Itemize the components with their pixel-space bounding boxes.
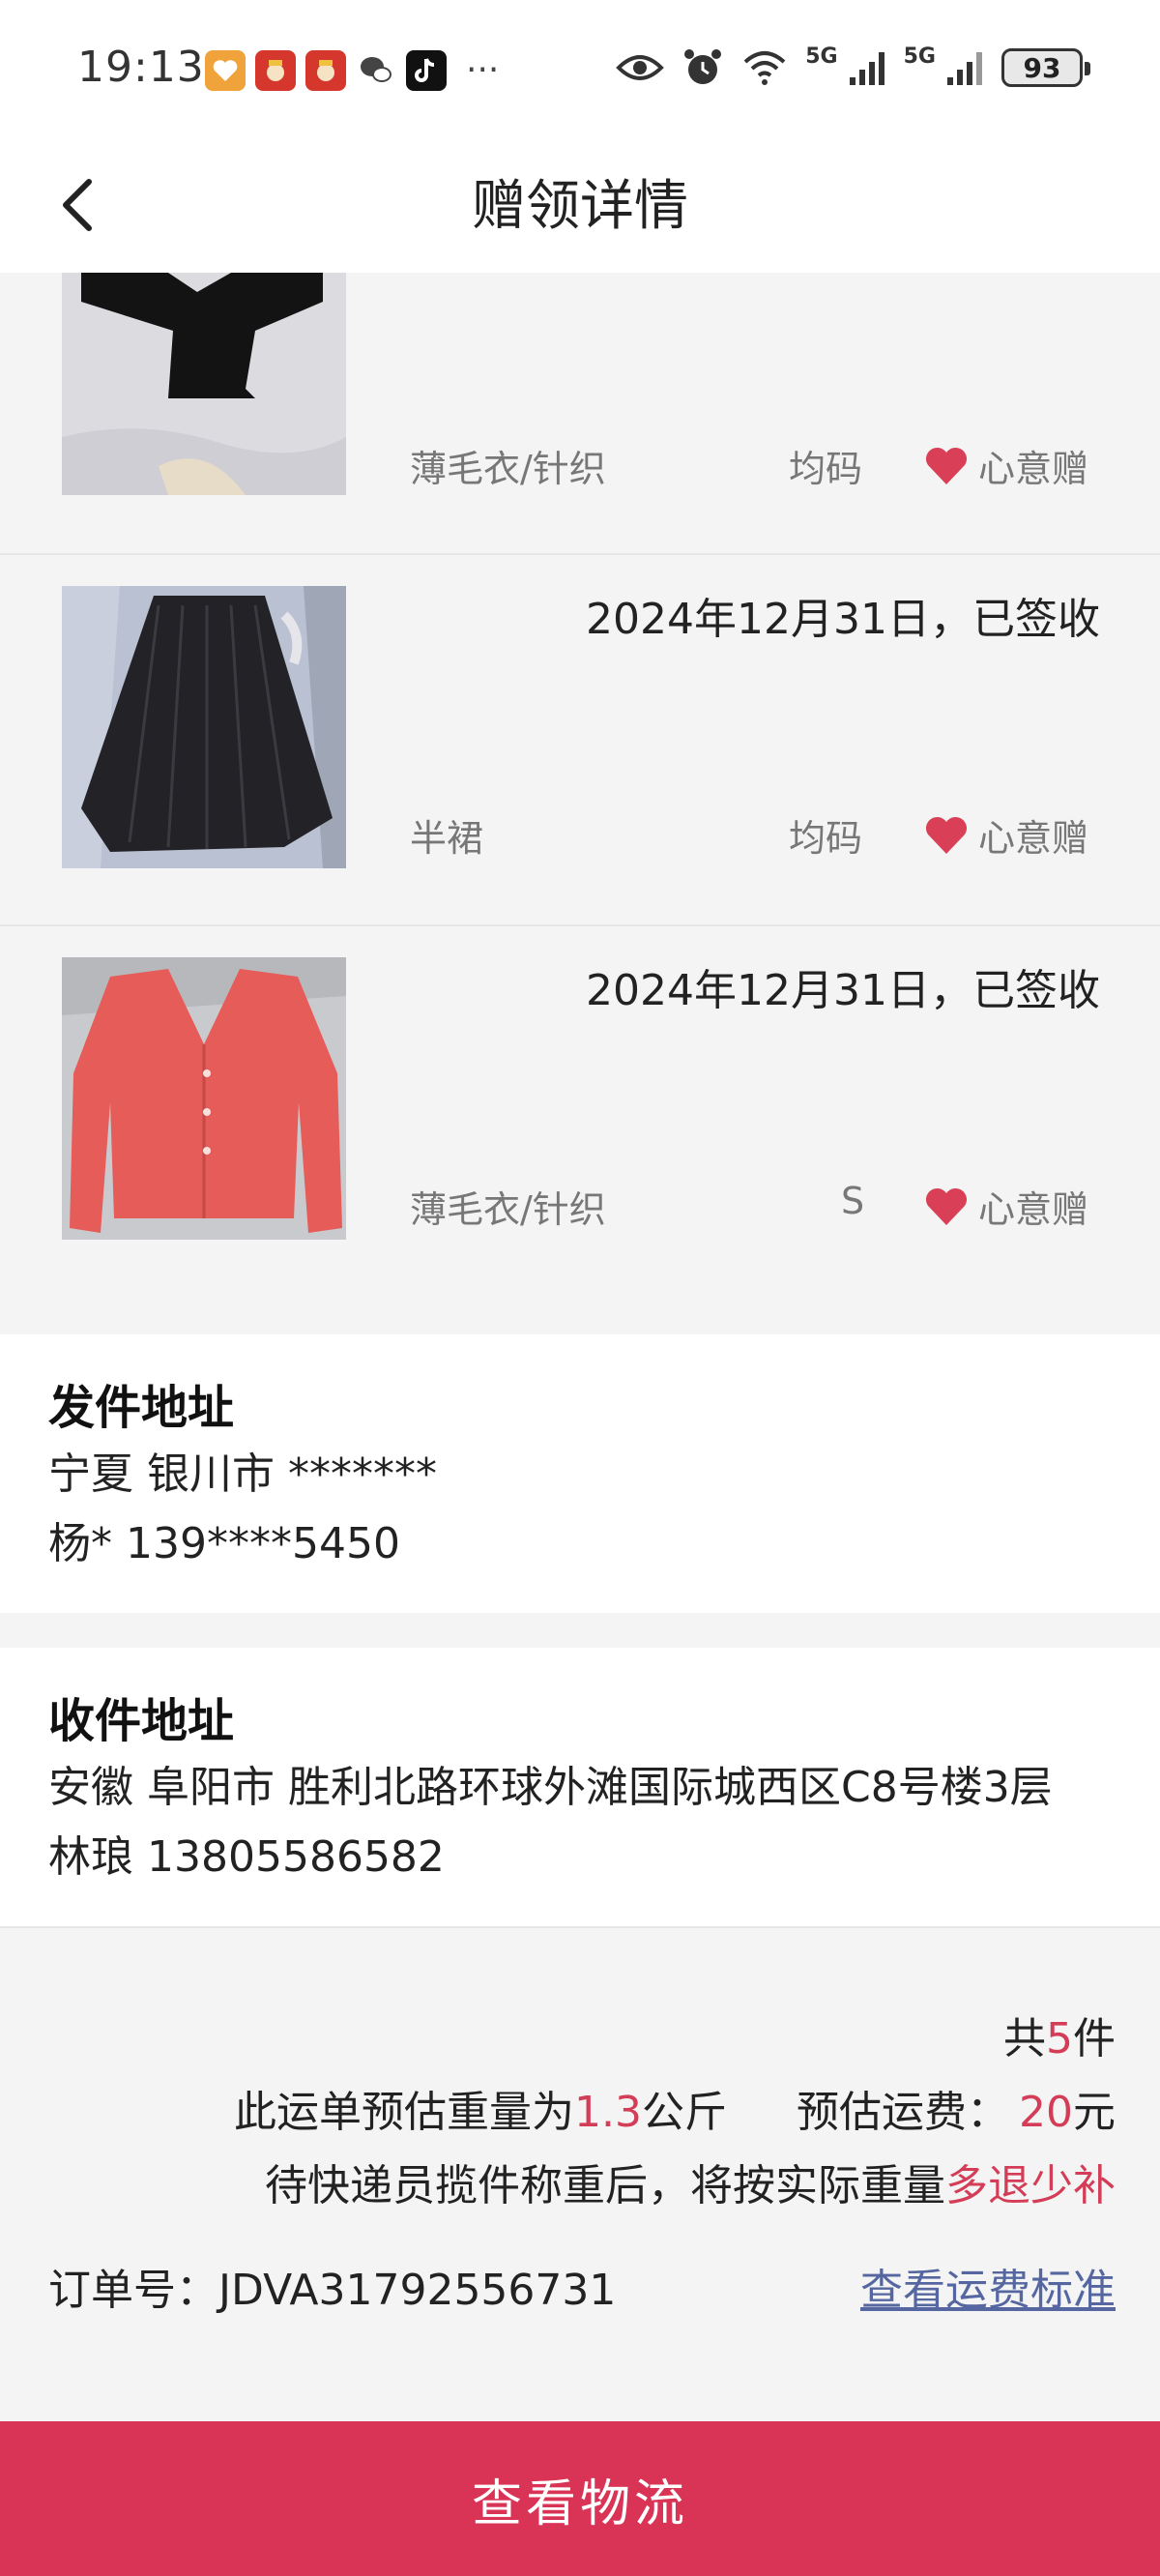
receiver-address-title: 收件地址 — [48, 1694, 235, 1748]
gift-type-label: 心意赠 — [978, 448, 1089, 490]
wifi-icon — [743, 51, 786, 85]
signal-icon — [849, 52, 884, 85]
gift-type: 心意赠 — [924, 808, 1088, 862]
notification-icons: ··· — [205, 50, 499, 91]
order-number: 订单号：JDVA31792556731 — [48, 2266, 617, 2315]
fee-unit: 元 — [1073, 2088, 1116, 2137]
item-size: S — [841, 1180, 865, 1222]
heart-icon — [925, 1187, 968, 1225]
weight-unit: 公斤 — [642, 2088, 727, 2137]
sign-date: 2024年12月31日，已签收 — [586, 966, 1100, 1015]
fee-prefix: 预估运费： — [797, 2088, 1009, 2137]
count-prefix: 共 — [1003, 2014, 1046, 2064]
estimate-row: 此运单预估重量为1.3公斤 预估运费： 20元 — [234, 2077, 1116, 2139]
shipment-summary: 共5件 此运单预估重量为1.3公斤 预估运费： 20元 待快递员揽件称重后，将按实… — [0, 1930, 1160, 2421]
item-size: 均码 — [789, 817, 863, 860]
black-sweater-photo — [62, 273, 346, 495]
sign-date: 2024年12月31日，已签收 — [586, 595, 1100, 644]
count-suffix: 件 — [1073, 2014, 1116, 2064]
status-time: 19:13 — [77, 43, 205, 92]
gift-item[interactable]: 2024年12月31日，已签收 薄毛衣/针织 S 心意赠 — [0, 926, 1160, 1334]
heart-app-icon — [205, 50, 246, 91]
heart-icon — [925, 816, 968, 854]
item-size: 均码 — [789, 448, 863, 490]
note-prefix: 待快递员揽件称重后，将按实际重量 — [265, 2161, 945, 2210]
status-bar: 19:13 ··· 5G 5G 93 — [0, 0, 1160, 135]
nav-bar: 赠领详情 — [0, 135, 1160, 273]
sender-contact: 杨* 139****5450 — [48, 1519, 400, 1568]
page: 19:13 ··· 5G 5G 93 赠领详情 薄毛衣/针织 均码 心意赠 20… — [0, 0, 1160, 2576]
gift-type-label: 心意赠 — [978, 817, 1089, 860]
heart-icon — [925, 447, 968, 484]
sender-address-title: 发件地址 — [48, 1381, 235, 1435]
weight-note: 待快递员揽件称重后，将按实际重量多退少补 — [265, 2151, 1116, 2212]
alarm-icon — [684, 49, 722, 84]
coral-cardigan-photo — [62, 957, 346, 1240]
more-notifications-indicator: ··· — [466, 50, 500, 90]
sender-address-card: 发件地址 宁夏 银川市 ******* 杨* 139****5450 — [0, 1334, 1160, 1613]
black-pleated-skirt-photo — [62, 586, 346, 868]
red-envelope-app-icon — [255, 50, 296, 91]
network-type-label: 5G — [805, 44, 838, 69]
red-envelope-app-icon-2 — [305, 50, 346, 91]
item-category: 薄毛衣/针织 — [410, 1188, 606, 1231]
eye-icon — [616, 55, 665, 80]
item-category: 薄毛衣/针织 — [410, 448, 606, 490]
count-value: 5 — [1046, 2014, 1073, 2064]
receiver-address-card: 收件地址 安徽 阜阳市 胜利北路环球外滩国际城西区C8号楼3层 林琅 13805… — [0, 1648, 1160, 1928]
wechat-icon — [356, 50, 396, 91]
item-count: 共5件 — [1003, 2004, 1116, 2065]
sender-address: 宁夏 银川市 ******* — [48, 1449, 437, 1499]
gift-item[interactable]: 薄毛衣/针织 均码 心意赠 — [0, 273, 1160, 555]
gift-item[interactable]: 2024年12月31日，已签收 半裙 均码 心意赠 — [0, 555, 1160, 926]
battery-indicator: 93 — [1001, 48, 1090, 87]
gift-type: 心意赠 — [924, 439, 1088, 492]
item-category: 半裙 — [410, 817, 484, 860]
gift-type: 心意赠 — [924, 1180, 1088, 1233]
signal-icon-2 — [947, 52, 982, 85]
network-type-label-2: 5G — [903, 44, 936, 69]
receiver-contact: 林琅 13805586582 — [48, 1832, 445, 1882]
gift-type-label: 心意赠 — [978, 1188, 1089, 1231]
view-logistics-button[interactable]: 查看物流 — [0, 2421, 1160, 2576]
page-title: 赠领详情 — [472, 175, 688, 238]
tiktok-icon — [406, 50, 447, 91]
weight-prefix: 此运单预估重量为 — [234, 2088, 575, 2137]
note-highlight: 多退少补 — [945, 2161, 1116, 2210]
view-shipping-rates-link[interactable]: 查看运费标准 — [860, 2255, 1116, 2317]
receiver-address: 安徽 阜阳市 胜利北路环球外滩国际城西区C8号楼3层 — [48, 1763, 1053, 1812]
system-indicators: 5G 5G 93 — [616, 44, 1090, 89]
fee-value: 20 — [1019, 2088, 1073, 2137]
weight-value: 1.3 — [574, 2088, 642, 2137]
